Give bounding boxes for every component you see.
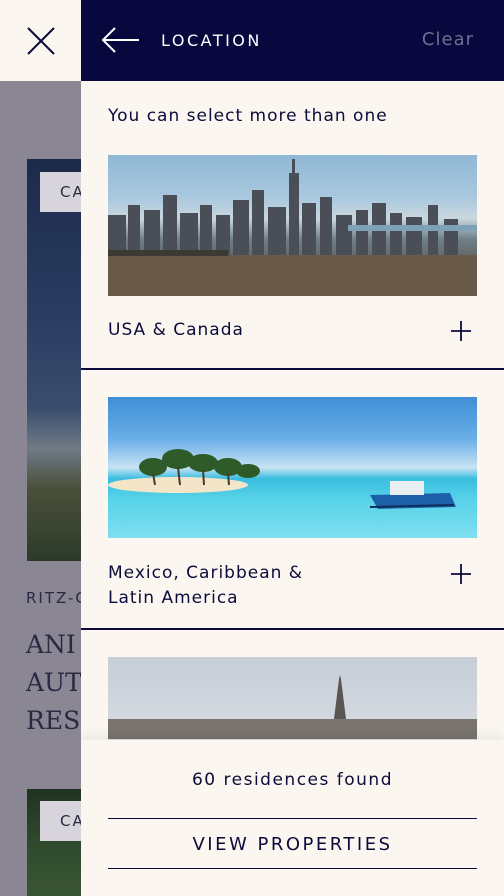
- close-button[interactable]: [0, 0, 81, 81]
- property-title: ANI AUT RES: [26, 630, 81, 735]
- back-button[interactable]: [101, 26, 141, 54]
- close-icon: [26, 26, 55, 55]
- divider: [81, 628, 504, 630]
- property-tag: CA: [40, 172, 81, 212]
- panel-title: LOCATION: [161, 31, 262, 50]
- region-image: [108, 397, 477, 538]
- location-panel: LOCATION Clear You can select more than …: [81, 0, 504, 896]
- region-label: USA & Canada: [108, 320, 244, 340]
- property-tag: CA: [40, 801, 81, 841]
- selection-hint: You can select more than one: [108, 106, 388, 126]
- plus-icon: [451, 321, 471, 341]
- view-properties-button[interactable]: VIEW PROPERTIES: [108, 818, 477, 869]
- panel-header: LOCATION Clear: [81, 0, 504, 81]
- arrow-left-icon: [101, 27, 139, 53]
- plus-icon: [451, 564, 471, 584]
- region-image: [108, 155, 477, 296]
- add-region-button[interactable]: [450, 320, 472, 342]
- divider: [81, 368, 504, 370]
- results-footer: 60 residences found VIEW PROPERTIES: [81, 740, 504, 896]
- add-region-button[interactable]: [450, 563, 472, 585]
- results-count: 60 residences found: [191, 770, 393, 790]
- clear-button[interactable]: Clear: [422, 29, 474, 50]
- property-card-image: [27, 159, 81, 561]
- region-label: Mexico, Caribbean & Latin America: [108, 563, 304, 608]
- background-page: CA RITZ-C ANI AUT RES CA: [0, 0, 81, 896]
- overlay-dim: CA RITZ-C ANI AUT RES CA: [0, 81, 81, 896]
- property-brand: RITZ-C: [26, 589, 81, 607]
